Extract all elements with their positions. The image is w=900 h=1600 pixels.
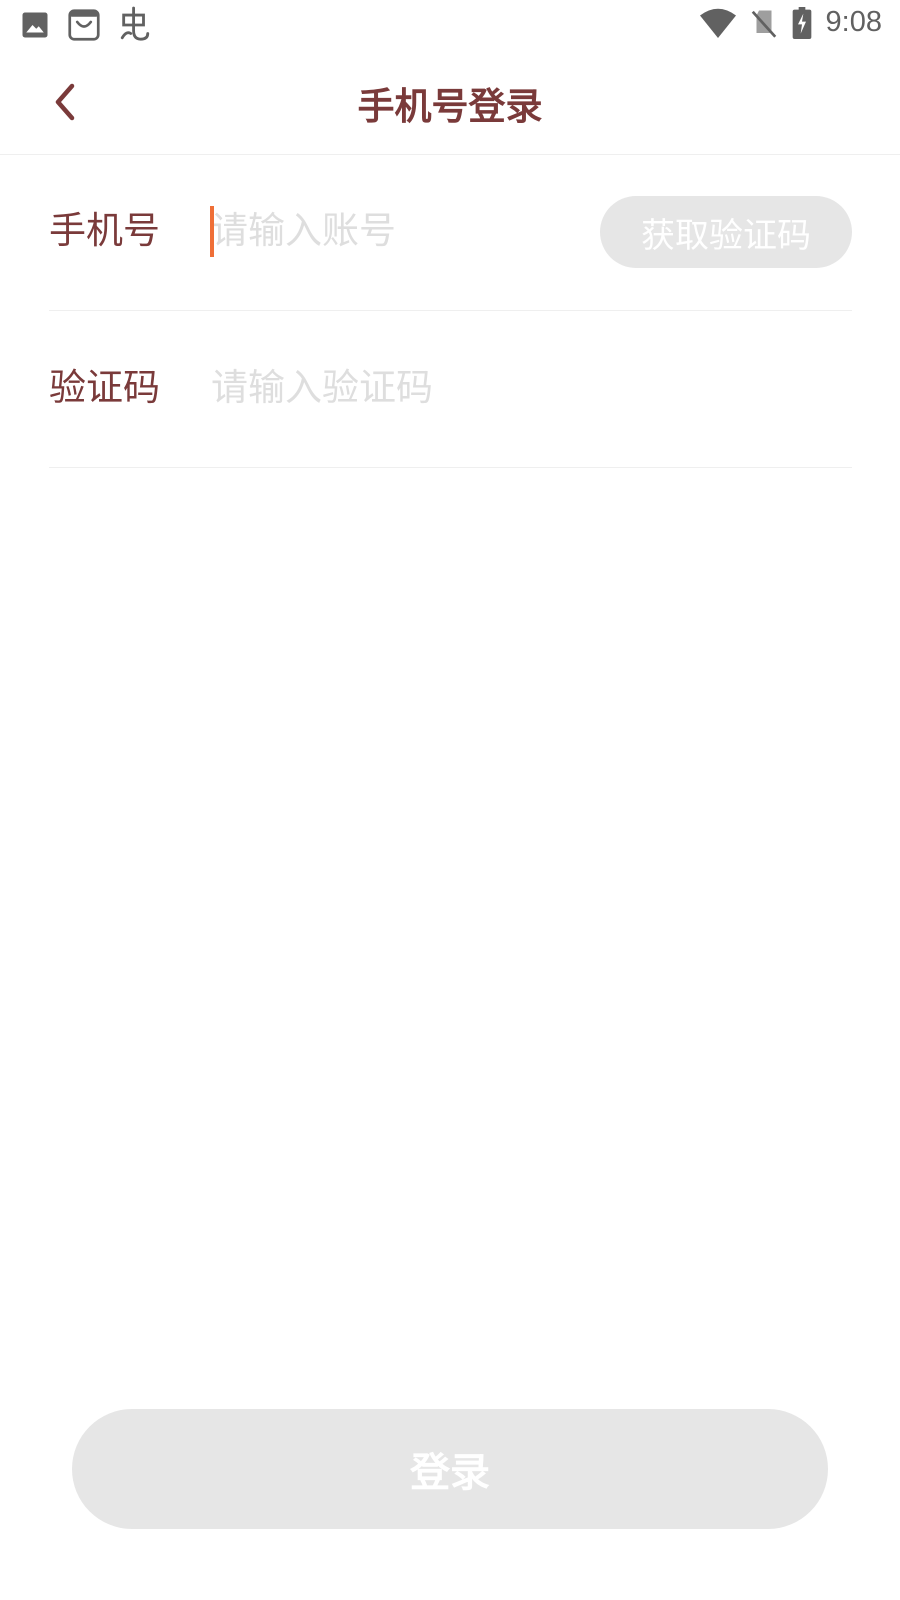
status-time: 9:08 (825, 6, 882, 38)
notification-icons (20, 6, 152, 44)
image-icon (22, 12, 48, 38)
shopping-bag-icon (68, 9, 100, 41)
phone-row: 手机号 获取验证码 (49, 154, 852, 311)
app-logo-icon (120, 6, 150, 41)
code-label: 验证码 (49, 366, 160, 409)
page-title: 手机号登录 (357, 85, 543, 128)
text-cursor (210, 206, 214, 257)
phone-label: 手机号 (49, 209, 160, 252)
battery-charging-icon (792, 6, 811, 39)
code-row: 验证码 (49, 311, 852, 468)
code-input[interactable] (209, 357, 591, 417)
status-bar: 9:08 (0, 0, 900, 52)
title-bar: 手机号登录 (0, 52, 900, 155)
system-indicators: 9:08 (699, 6, 882, 39)
login-screen: 9:08 手机号登录 手机号 获取验证码 验证码 登录 (0, 0, 900, 1600)
get-code-button[interactable]: 获取验证码 (600, 196, 852, 268)
login-button[interactable]: 登录 (72, 1409, 828, 1529)
phone-input[interactable] (209, 200, 591, 260)
wifi-icon (699, 8, 736, 38)
no-sim-icon (751, 10, 776, 38)
